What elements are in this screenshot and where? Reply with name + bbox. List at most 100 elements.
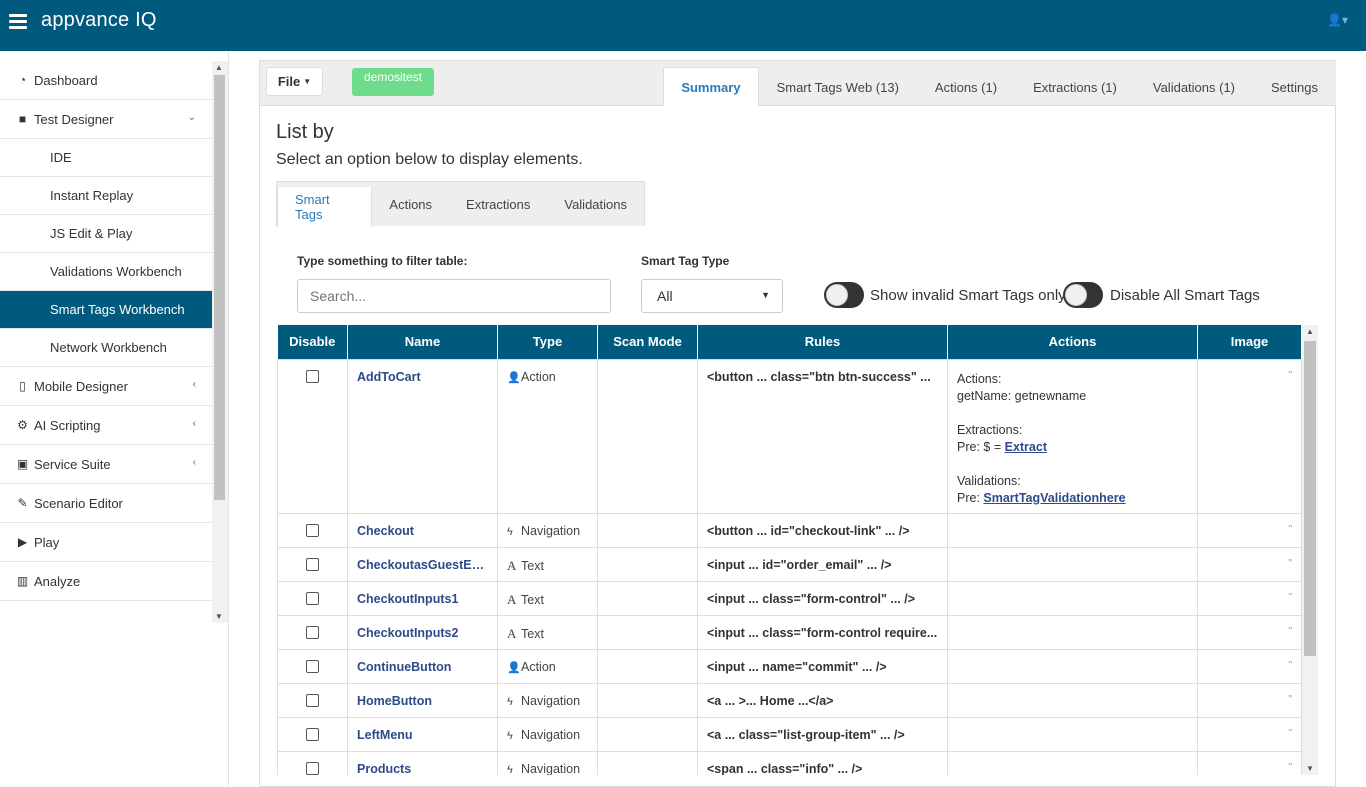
disable-checkbox[interactable] [306, 523, 319, 537]
table-scrollbar[interactable]: ▲ ▼ [1302, 325, 1318, 775]
sidebar-item-dashboard[interactable]: ◔ Dashboard [0, 61, 212, 100]
validation-link[interactable]: SmartTagValidationhere [983, 491, 1125, 505]
sidebar-item-label: Dashboard [34, 72, 98, 88]
font-icon: A [507, 591, 517, 607]
smart-tags-table-container: Disable Name Type Scan Mode Rules Action… [277, 325, 1320, 775]
smart-tag-name[interactable]: CheckoutInputs2 [347, 614, 498, 650]
tab-settings[interactable]: Settings [1253, 67, 1336, 107]
image-cell: " [1197, 682, 1302, 718]
tab-actions[interactable]: Actions (1) [917, 67, 1015, 107]
image-cell: " [1197, 546, 1302, 582]
table-row[interactable]: CheckoutInputs2 A Text <input ... class="… [277, 614, 1302, 650]
tab-summary[interactable]: Summary [663, 67, 759, 107]
sidebar-scrollbar[interactable]: ▲ ▼ [212, 61, 228, 623]
scroll-up-icon[interactable]: ▲ [1306, 327, 1314, 336]
list-tab-actions[interactable]: Actions [372, 182, 449, 226]
col-header-type[interactable]: Type [497, 325, 598, 359]
bolt-icon: ϟ [507, 729, 513, 742]
disable-checkbox[interactable] [306, 727, 319, 741]
table-row[interactable]: Checkout ϟ Navigation <button ... id="che… [277, 512, 1302, 548]
col-header-rules[interactable]: Rules [697, 325, 948, 359]
scan-mode-cell [597, 716, 698, 752]
main-panel: File ▼ demositest Summary Smart Tags Web… [259, 60, 1336, 787]
app-logo[interactable]: appvance IQ [41, 9, 157, 32]
sidebar-subitem-instant-replay[interactable]: Instant Replay [0, 177, 212, 215]
smart-tag-name[interactable]: HomeButton [347, 682, 498, 718]
sidebar-item-ai-scripting[interactable]: ⚙ AI Scripting ‹ [0, 406, 212, 445]
disable-all-toggle[interactable] [1063, 282, 1103, 308]
sidebar-item-play[interactable]: ▶ Play [0, 523, 212, 562]
disable-all-label: Disable All Smart Tags [1110, 287, 1260, 304]
sidebar-item-mobile-designer[interactable]: ▯ Mobile Designer ‹ [0, 367, 212, 406]
smart-tag-type-select[interactable]: All ▼ [641, 279, 783, 313]
image-cell: " [1197, 648, 1302, 684]
col-header-image[interactable]: Image [1197, 325, 1302, 359]
sidebar-subitem-network-workbench[interactable]: Network Workbench [0, 329, 212, 367]
file-menu-label: File [277, 74, 301, 89]
sidebar-subitem-smart-tags-workbench[interactable]: Smart Tags Workbench [0, 291, 212, 329]
scrollbar-thumb[interactable] [214, 75, 225, 500]
sidebar-item-label: Test Designer [34, 111, 114, 127]
table-row[interactable]: CheckoutasGuestEm... A Text <input ... id… [277, 546, 1302, 582]
smart-tag-actions-cell [947, 512, 1198, 548]
smart-tag-rule: <input ... name="commit" ... /> [697, 648, 948, 684]
image-cell: " [1197, 716, 1302, 752]
disable-checkbox[interactable] [306, 625, 319, 639]
table-row[interactable]: ContinueButton 👤Action <input ... name="… [277, 648, 1302, 684]
smart-tag-name[interactable]: CheckoutInputs1 [347, 580, 498, 616]
chevron-left-icon: ‹ [192, 379, 196, 390]
smart-tag-actions-cell [947, 580, 1198, 616]
sidebar-item-test-designer[interactable]: ■ Test Designer ⌄ [0, 100, 212, 139]
disable-checkbox[interactable] [306, 761, 319, 775]
tab-validations[interactable]: Validations (1) [1135, 67, 1253, 107]
list-tab-smart-tags[interactable]: Smart Tags [277, 187, 373, 227]
scrollbar-thumb[interactable] [1304, 341, 1316, 656]
smart-tag-name[interactable]: CheckoutasGuestEm... [347, 546, 498, 582]
sidebar-item-scenario-editor[interactable]: ✎ Scenario Editor [0, 484, 212, 523]
table-row[interactable]: AddToCart 👤Action <button ... class="btn… [277, 358, 1302, 514]
extract-link[interactable]: Extract [1005, 440, 1047, 454]
scroll-down-icon[interactable]: ▼ [1306, 764, 1314, 773]
play-icon: ▶ [17, 535, 28, 549]
col-header-actions[interactable]: Actions [947, 325, 1198, 359]
table-row[interactable]: CheckoutInputs1 A Text <input ... class="… [277, 580, 1302, 616]
smart-tag-name[interactable]: Products [347, 750, 498, 775]
sidebar-subitem-validations-workbench[interactable]: Validations Workbench [0, 253, 212, 291]
sidebar-subitem-js-edit-play[interactable]: JS Edit & Play [0, 215, 212, 253]
toggle-knob [1065, 284, 1087, 306]
sidebar-item-service-suite[interactable]: ▣ Service Suite ‹ [0, 445, 212, 484]
sidebar-item-label: Scenario Editor [34, 495, 123, 511]
table-row[interactable]: HomeButton ϟ Navigation <a ... >... Home … [277, 682, 1302, 718]
hamburger-menu-icon[interactable] [9, 14, 27, 30]
show-invalid-toggle[interactable] [824, 282, 864, 308]
disable-checkbox[interactable] [306, 591, 319, 605]
filter-search-input[interactable] [297, 279, 611, 313]
col-header-disable[interactable]: Disable [277, 325, 348, 359]
list-tab-validations[interactable]: Validations [547, 182, 644, 226]
file-menu-button[interactable]: File ▼ [266, 67, 323, 96]
scroll-up-icon[interactable]: ▲ [215, 63, 223, 72]
disable-checkbox[interactable] [306, 693, 319, 707]
tab-smart-tags-web[interactable]: Smart Tags Web (13) [759, 67, 917, 107]
smart-tag-name[interactable]: Checkout [347, 512, 498, 548]
disable-checkbox[interactable] [306, 557, 319, 571]
image-cell: " [1197, 750, 1302, 775]
sidebar-subitem-ide[interactable]: IDE [0, 139, 212, 177]
sidebar-item-analyze[interactable]: ▥ Analyze [0, 562, 212, 601]
smart-tag-name[interactable]: ContinueButton [347, 648, 498, 684]
col-header-scan-mode[interactable]: Scan Mode [597, 325, 698, 359]
user-menu-icon[interactable]: 👤▾ [1327, 13, 1348, 27]
smart-tag-name[interactable]: LeftMenu [347, 716, 498, 752]
smart-tag-name[interactable]: AddToCart [347, 358, 498, 514]
smart-tag-rule: <input ... class="form-control" ... /> [697, 580, 948, 616]
col-header-name[interactable]: Name [347, 325, 498, 359]
table-row[interactable]: LeftMenu ϟ Navigation <a ... class="list-… [277, 716, 1302, 752]
tab-extractions[interactable]: Extractions (1) [1015, 67, 1135, 107]
wrench-icon: ✎ [17, 496, 28, 510]
list-tab-extractions[interactable]: Extractions [449, 182, 547, 226]
table-row[interactable]: Products ϟ Navigation <span ... class="in… [277, 750, 1302, 775]
disable-checkbox[interactable] [306, 369, 319, 383]
scroll-down-icon[interactable]: ▼ [215, 612, 223, 621]
disable-checkbox[interactable] [306, 659, 319, 673]
video-camera-icon: ■ [18, 112, 27, 126]
